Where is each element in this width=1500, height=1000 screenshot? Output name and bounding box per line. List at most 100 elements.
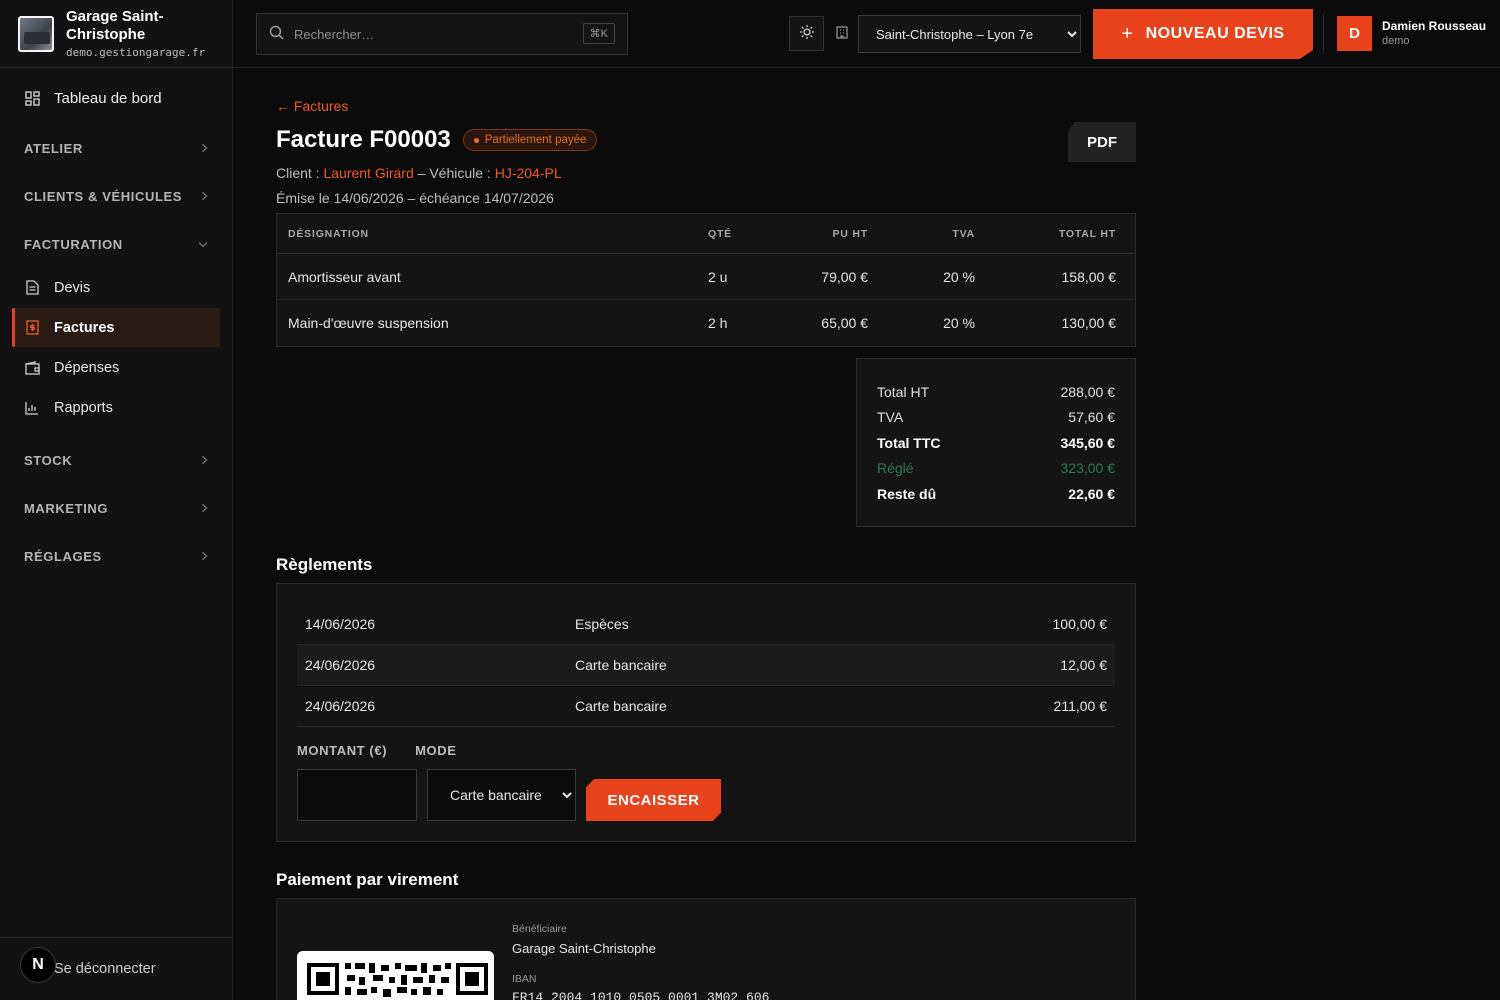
amount-input[interactable] — [297, 769, 417, 821]
line-vat: 20 % — [943, 315, 975, 331]
total-label: Total HT — [877, 383, 930, 400]
sidebar-item-depenses[interactable]: Dépenses — [12, 348, 220, 387]
mode-label: MODE — [415, 743, 457, 758]
total-value: 288,00 € — [1060, 383, 1116, 400]
sidebar-section-stock[interactable]: STOCK — [0, 436, 232, 484]
totals-box: Total HT 288,00 € TVA 57,60 € Total TTC 345… — [856, 358, 1136, 527]
section-label: STOCK — [24, 452, 73, 468]
line-vat: 20 % — [943, 268, 975, 285]
sun-icon — [799, 24, 815, 43]
new-quote-button[interactable]: + NOUVEAU DEVIS — [1093, 9, 1313, 59]
topbar: ⌘K Saint-Christophe – Lyon 7e + NOUVEAU … — [233, 0, 1500, 68]
brand: Garage Saint-Christophe demo.gestiongara… — [0, 0, 232, 68]
garage-logo — [18, 16, 54, 52]
paid-row: Réglé 323,00 € — [877, 456, 1115, 482]
invoice-icon — [24, 320, 40, 336]
sidebar-section-clients[interactable]: CLIENTS & VÉHICULES — [0, 172, 232, 220]
vehicle-link[interactable]: HJ-204-PL — [495, 165, 562, 181]
transfer-title: Paiement par virement — [276, 870, 459, 889]
avatar[interactable]: D — [1337, 16, 1372, 51]
line-designation: Amortisseur avant — [288, 268, 401, 285]
sidebar: Garage Saint-Christophe demo.gestiongara… — [0, 0, 233, 1000]
payment-form-labels: MONTANT (€) MODE — [297, 743, 457, 758]
client-label: Client : — [276, 165, 320, 181]
theme-toggle-button[interactable] — [789, 16, 824, 51]
plus-icon: + — [1121, 22, 1134, 45]
line-total: 158,00 € — [1061, 268, 1117, 285]
chevron-right-icon — [198, 551, 208, 561]
shortcut-hint: ⌘K — [582, 23, 615, 44]
wallet-icon — [24, 360, 40, 376]
tva-row: TVA 57,60 € — [877, 405, 1115, 431]
user-name[interactable]: Damien Rousseau — [1382, 19, 1486, 33]
dashboard-icon — [24, 90, 40, 106]
total-label: Réglé — [877, 460, 914, 477]
beneficiary-value: Garage Saint-Christophe — [512, 941, 656, 956]
site-select[interactable]: Saint-Christophe – Lyon 7e — [858, 15, 1081, 53]
line-unit-price: 79,00 € — [821, 268, 868, 285]
payment-date: 14/06/2026 — [305, 616, 376, 632]
client-link[interactable]: Laurent Girard — [323, 165, 413, 181]
line-total: 130,00 € — [1061, 315, 1117, 331]
qr-code[interactable] — [297, 951, 494, 1000]
dev-badge[interactable]: N — [20, 947, 56, 983]
amount-due-row: Reste dû 22,60 € — [877, 481, 1115, 507]
pdf-button[interactable]: PDF — [1068, 122, 1136, 162]
sidebar-item-devis[interactable]: Devis — [12, 268, 220, 307]
user-role: demo — [1382, 35, 1410, 47]
payment-amount: 211,00 € — [1053, 698, 1107, 714]
line-designation: Main-d'œuvre suspension — [288, 315, 449, 331]
payment-mode: Carte bancaire — [575, 657, 667, 673]
payment-row: 14/06/2026 Espèces 100,00 € — [297, 604, 1115, 645]
payment-mode-select[interactable]: Carte bancaire — [427, 769, 576, 821]
iban-label: IBAN — [512, 973, 537, 985]
table-header: DÉSIGNATION QTÉ PU HT TVA TOTAL HT — [277, 214, 1135, 254]
payment-date: 24/06/2026 — [305, 698, 376, 714]
beneficiary-label: Bénéficiaire — [512, 923, 567, 935]
column-header: DÉSIGNATION — [288, 227, 369, 240]
column-header: TVA — [952, 227, 975, 240]
sidebar-section-atelier[interactable]: ATELIER — [0, 124, 232, 172]
chevron-down-icon — [198, 238, 208, 247]
sidebar-item-label: Devis — [54, 279, 91, 296]
brand-name: Garage Saint-Christophe — [66, 8, 164, 43]
sidebar-section-facturation[interactable]: FACTURATION — [0, 220, 232, 268]
invoice-dates: Émise le 14/06/2026 – échéance 14/07/202… — [276, 190, 554, 206]
total-value: 323,00 € — [1060, 460, 1116, 477]
line-qty: 2 h — [708, 315, 728, 331]
search-bar[interactable]: ⌘K — [256, 13, 628, 55]
payments-panel: 14/06/2026 Espèces 100,00 € 24/06/2026 C… — [276, 583, 1136, 842]
sidebar-nav: Tableau de bord ATELIER CLIENTS & VÉHICU… — [0, 68, 232, 580]
payment-amount: 12,00 € — [1060, 657, 1107, 673]
search-input[interactable] — [294, 26, 564, 42]
page-title: Facture F00003 — [276, 126, 451, 153]
sidebar-item-factures[interactable]: Factures — [12, 308, 220, 347]
sidebar-section-marketing[interactable]: MARKETING — [0, 484, 232, 532]
amount-label: MONTANT (€) — [297, 743, 388, 758]
payment-row: 24/06/2026 Carte bancaire 211,00 € — [297, 686, 1115, 727]
document-icon — [24, 280, 40, 296]
status-dot-icon — [473, 137, 479, 143]
total-value: 345,60 € — [1060, 434, 1116, 451]
divider — [1323, 14, 1324, 54]
collect-payment-button[interactable]: ENCAISSER — [586, 779, 721, 821]
total-label: Total TTC — [877, 434, 941, 451]
payments-title: Règlements — [276, 555, 373, 574]
table-row: Main-d'œuvre suspension 2 h 65,00 € 20 %… — [277, 300, 1135, 346]
sidebar-section-reglages[interactable]: RÉGLAGES — [0, 532, 232, 580]
logout-button[interactable]: N Se déconnecter — [0, 937, 232, 1000]
new-quote-label: NOUVEAU DEVIS — [1145, 25, 1285, 42]
sidebar-item-dashboard[interactable]: Tableau de bord — [0, 82, 232, 114]
status-badge: Partiellement payée — [462, 129, 598, 151]
chevron-right-icon — [198, 503, 208, 513]
back-to-invoices-link[interactable]: ← Factures — [276, 98, 348, 114]
total-value: 57,60 € — [1068, 409, 1115, 426]
sidebar-item-rapports[interactable]: Rapports — [12, 388, 220, 427]
column-header: QTÉ — [708, 227, 732, 240]
invoice-client-vehicle: Client : Laurent Girard – Véhicule : HJ-… — [276, 165, 562, 181]
payment-mode: Carte bancaire — [575, 698, 667, 714]
invoice-lines-table: DÉSIGNATION QTÉ PU HT TVA TOTAL HT Amort… — [276, 213, 1136, 347]
table-row: Amortisseur avant 2 u 79,00 € 20 % 158,0… — [277, 254, 1135, 300]
search-icon — [269, 25, 284, 43]
chevron-right-icon — [198, 455, 208, 465]
